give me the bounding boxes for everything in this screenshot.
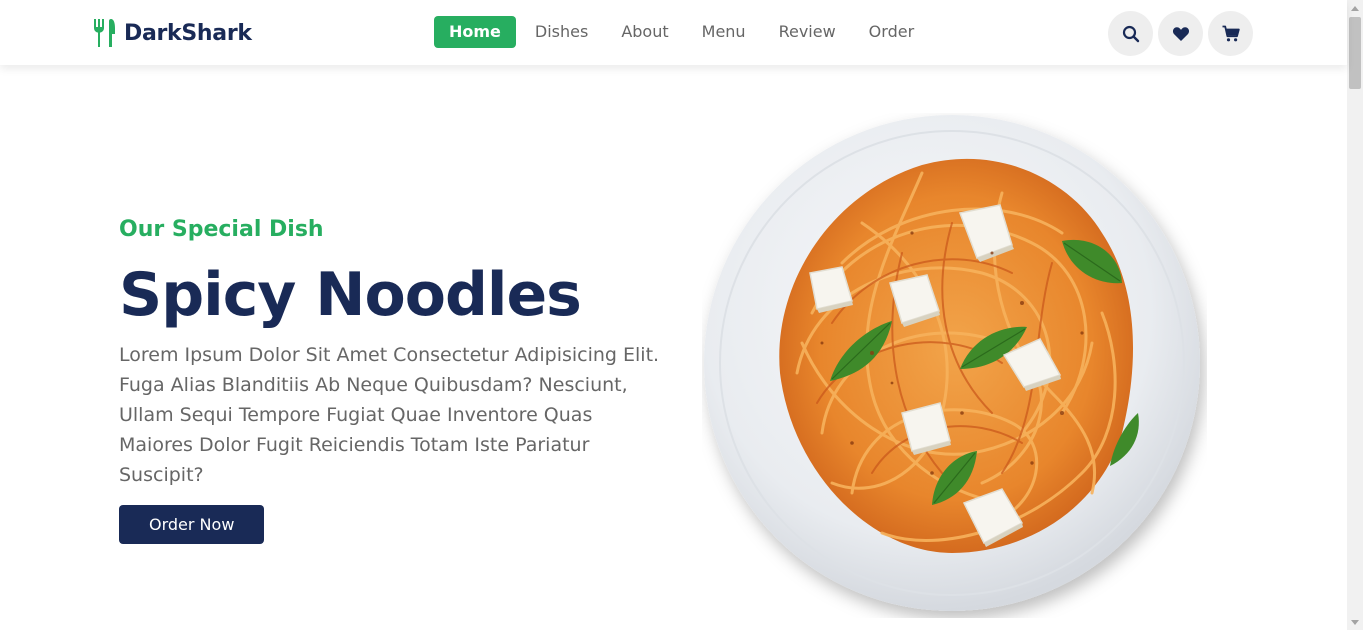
nav-dishes[interactable]: Dishes [521, 16, 602, 48]
hero-subtitle: Our Special Dish [119, 217, 324, 242]
site-header: DarkShark Home Dishes About Menu Review … [0, 0, 1347, 65]
order-now-button[interactable]: Order Now [119, 505, 265, 544]
hero-content: Our Special Dish Spicy Noodles Lorem Ips… [119, 212, 679, 544]
vertical-scrollbar[interactable] [1347, 0, 1363, 630]
scrollbar-thumb[interactable] [1349, 17, 1361, 89]
brand-name: DarkShark [124, 20, 252, 46]
nav-about[interactable]: About [607, 16, 682, 48]
cart-icon [1222, 25, 1240, 41]
hero-title: Spicy Noodles [119, 260, 582, 330]
nav-order[interactable]: Order [855, 16, 928, 48]
spaghetti-plate-image [704, 115, 1200, 611]
nav-home[interactable]: Home [434, 16, 516, 48]
scroll-up-arrow-icon[interactable] [1347, 0, 1363, 16]
cart-button[interactable] [1208, 11, 1253, 56]
favorites-button[interactable] [1158, 11, 1203, 56]
nav-review[interactable]: Review [765, 16, 850, 48]
search-button[interactable] [1108, 11, 1153, 56]
nav-menu[interactable]: Menu [688, 16, 760, 48]
hero-description: Lorem Ipsum Dolor Sit Amet Consectetur A… [119, 344, 660, 486]
utensils-icon [94, 19, 115, 47]
header-icons [1108, 11, 1258, 56]
search-icon [1122, 25, 1139, 42]
logo[interactable]: DarkShark [92, 17, 252, 49]
scroll-down-arrow-icon[interactable] [1347, 614, 1363, 630]
main-nav: Home Dishes About Menu Review Order [434, 16, 933, 48]
heart-icon [1172, 26, 1189, 41]
